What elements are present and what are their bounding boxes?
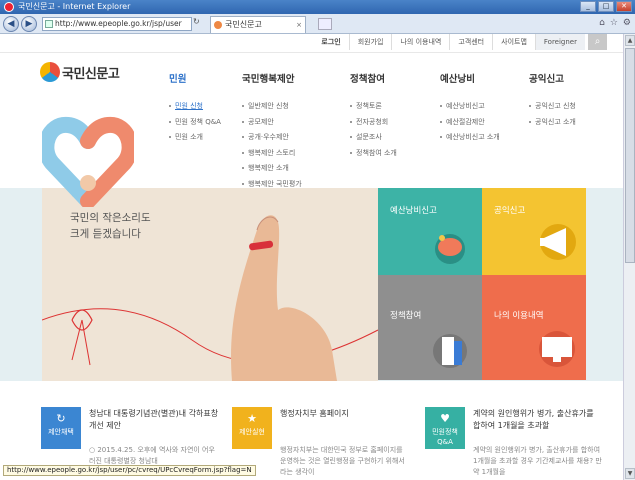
- heart-hands-illustration: [42, 117, 134, 207]
- menu-item-proposal-evaluation[interactable]: 행복제안 국민평가: [242, 179, 302, 195]
- menu-head-policy[interactable]: 정책참여: [350, 71, 397, 85]
- browser-navbar: ◀ ▶ http://www.epeople.go.kr/jsp/user ↻ …: [0, 14, 635, 34]
- tab-title: 국민신문고: [225, 20, 262, 29]
- star-icon: ★: [247, 412, 257, 425]
- monitor-icon: [539, 331, 575, 367]
- tile-policy-participation-label: 정책참여: [390, 311, 422, 321]
- maximize-button[interactable]: □: [598, 1, 614, 12]
- settings-gear-icon[interactable]: ⚙: [623, 18, 631, 28]
- utility-bar: 로그인 회원가입 나의 이용내역 고객센터 사이트맵 Foreigner ⌕: [0, 34, 623, 50]
- foreigner-link[interactable]: Foreigner: [534, 34, 585, 50]
- menu-item-budget-saving[interactable]: 예산절감제안: [440, 117, 500, 133]
- minimize-button[interactable]: _: [580, 1, 596, 12]
- card-adopted-title: 청남대 대통령기념관(별관)내 각하표창 개선 제안: [89, 409, 219, 430]
- menu-item-petition-apply[interactable]: 민원 신청: [169, 101, 221, 117]
- card-qa-title: 계약의 원인행위가 병가, 출산휴가를 합하여 1개월을 초과할: [473, 409, 594, 430]
- scroll-down-icon[interactable]: ▼: [625, 468, 635, 479]
- card-realized-icon: ★ 제안실현: [232, 407, 272, 449]
- favorites-star-icon[interactable]: ☆: [610, 18, 618, 28]
- forward-icon[interactable]: ▶: [21, 16, 37, 32]
- card-policy-qa[interactable]: ♥ 민원정책 Q&A 계약의 원인행위가 병가, 출산휴가를 합하여 1개월을 …: [425, 402, 605, 480]
- menu-item-proposal-public[interactable]: 공개·우수제안: [242, 132, 302, 148]
- logo-text: 국민신문고: [62, 66, 120, 82]
- card-realized-desc: 행정자치부는 대한민국 정부로 홈페이지를 운영하는 것은 열린행정을 구현하기…: [280, 446, 405, 476]
- card-qa-icon-label: 민원정책 Q&A: [432, 428, 458, 446]
- menu-item-proposal-intro[interactable]: 행복제안 소개: [242, 163, 302, 179]
- back-icon[interactable]: ◀: [3, 16, 19, 32]
- menu-item-petition-intro[interactable]: 민원 소개: [169, 132, 221, 148]
- menu-item-budget-intro[interactable]: 예산낭비신고 소개: [440, 132, 500, 148]
- refresh-icon[interactable]: ↻: [193, 17, 200, 26]
- customer-center-link[interactable]: 고객센터: [449, 34, 492, 50]
- site-logo[interactable]: 국민신문고: [40, 62, 120, 82]
- home-icon[interactable]: ⌂: [599, 18, 605, 28]
- menu-col-budget: 예산낭비 예산낭비신고 예산절감제안 예산낭비신고 소개: [440, 71, 500, 148]
- status-url: http://www.epeople.go.kr/jsp/user/pc/cvr…: [3, 465, 256, 476]
- card-realized-proposal[interactable]: ★ 제안실현 행정자치부 홈페이지 행정자치부는 대한민국 정부로 홈페이지를 …: [232, 402, 412, 480]
- menu-item-proposal-apply[interactable]: 일반제안 신청: [242, 101, 302, 117]
- login-link[interactable]: 로그인: [313, 34, 348, 50]
- scroll-thumb[interactable]: [625, 48, 635, 263]
- tab-close-icon[interactable]: ×: [296, 17, 302, 33]
- mega-menu: 국민신문고 민원 민원 신청 민원 정책 Q&A 민원 소개 국민행복제안 일반…: [0, 52, 623, 207]
- menu-item-whistle-intro[interactable]: 공익신고 소개: [529, 117, 576, 133]
- piggy-bank-icon: [435, 234, 465, 264]
- menu-col-whistle: 공익신고 공익신고 신청 공익신고 소개: [529, 71, 576, 132]
- menu-item-policy-survey[interactable]: 설문조사: [350, 132, 397, 148]
- quick-tiles: 예산낭비신고 공익신고 정책참여 나의 이용내역: [378, 170, 586, 381]
- card-qa-desc: 계약의 원인행위가 병가, 출산휴가를 합하여 1개월을 초과할 경우 기간제교…: [473, 446, 602, 476]
- menu-head-budget[interactable]: 예산낭비: [440, 71, 500, 85]
- scroll-up-icon[interactable]: ▲: [625, 35, 635, 46]
- vertical-scrollbar[interactable]: ▲ ▼: [623, 34, 635, 480]
- window-titlebar: 국민신문고 - Internet Explorer _ □ ✕: [0, 0, 635, 14]
- card-adopted-desc: ○ 2015.4.25. 오후에 역사와 자연이 어우러진 대통령별장 청남대: [89, 446, 215, 465]
- tile-public-interest-label: 공익신고: [494, 206, 526, 216]
- menu-item-proposal-story[interactable]: 행복제안 스토리: [242, 148, 302, 164]
- card-adopted-icon-label: 제안채택: [48, 428, 74, 436]
- signup-link[interactable]: 회원가입: [348, 34, 392, 50]
- logo-mark-icon: [40, 62, 60, 82]
- close-button[interactable]: ✕: [616, 1, 632, 12]
- hero-slogan: 국민의 작은소리도 크게 듣겠습니다: [70, 210, 151, 242]
- heart-icon: ♥: [440, 412, 450, 425]
- menu-head-whistle[interactable]: 공익신고: [529, 71, 576, 85]
- card-realized-title: 행정자치부 홈페이지: [280, 409, 349, 418]
- card-qa-icon: ♥ 민원정책 Q&A: [425, 407, 465, 449]
- policy-binder-icon: [433, 334, 467, 368]
- browser-tab[interactable]: 국민신문고 ×: [210, 16, 306, 33]
- my-history-link[interactable]: 나의 이용내역: [391, 34, 449, 50]
- menu-item-policy-debate[interactable]: 정책토론: [350, 101, 397, 117]
- menu-col-policy: 정책참여 정책토론 전자공청회 설문조사 정책참여 소개: [350, 71, 397, 163]
- address-bar[interactable]: http://www.epeople.go.kr/jsp/user: [42, 17, 192, 31]
- card-adopted-icon: ↻ 제안채택: [41, 407, 81, 449]
- favicon-icon: [214, 21, 222, 29]
- tile-budget-waste-label: 예산낭비신고: [390, 206, 437, 216]
- menu-item-policy-intro[interactable]: 정책참여 소개: [350, 148, 397, 164]
- page-viewport: 로그인 회원가입 나의 이용내역 고객센터 사이트맵 Foreigner ⌕ 민…: [0, 34, 623, 480]
- menu-item-policy-hearing[interactable]: 전자공청회: [350, 117, 397, 133]
- window-title: 국민신문고 - Internet Explorer: [18, 2, 131, 11]
- megaphone-icon: [540, 224, 576, 260]
- menu-item-budget-report[interactable]: 예산낭비신고: [440, 101, 500, 117]
- page-icon: [45, 20, 53, 28]
- search-icon[interactable]: ⌕: [588, 34, 607, 50]
- new-tab-button[interactable]: [318, 18, 332, 30]
- menu-head-proposal[interactable]: 국민행복제안: [242, 71, 302, 85]
- menu-item-whistle-apply[interactable]: 공익신고 신청: [529, 101, 576, 117]
- menu-item-petition-qa[interactable]: 민원 정책 Q&A: [169, 117, 221, 133]
- app-icon: [4, 2, 14, 12]
- menu-col-petition: 민원 민원 신청 민원 정책 Q&A 민원 소개: [169, 71, 221, 148]
- menu-item-proposal-contest[interactable]: 공모제안: [242, 117, 302, 133]
- hero-slogan-line1: 국민의 작은소리도: [70, 212, 151, 224]
- card-realized-icon-label: 제안실현: [239, 428, 265, 436]
- refresh-icon: ↻: [56, 412, 66, 425]
- address-text: http://www.epeople.go.kr/jsp/user: [55, 19, 182, 28]
- menu-col-proposal: 국민행복제안 일반제안 신청 공모제안 공개·우수제안 행복제안 스토리 행복제…: [242, 71, 302, 194]
- hero-slogan-line2: 크게 듣겠습니다: [70, 228, 141, 240]
- tile-my-history-label: 나의 이용내역: [494, 311, 544, 321]
- menu-head-petition[interactable]: 민원: [169, 71, 221, 85]
- sitemap-link[interactable]: 사이트맵: [492, 34, 535, 50]
- tile-my-history[interactable]: 나의 이용내역: [482, 275, 586, 380]
- tile-policy-participation[interactable]: 정책참여: [378, 275, 482, 380]
